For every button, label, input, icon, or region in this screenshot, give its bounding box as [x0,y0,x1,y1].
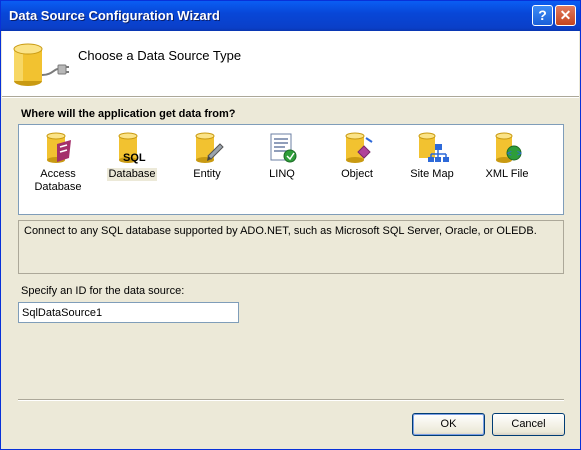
tile-label: Site Map [410,168,454,180]
close-button[interactable]: ✕ [555,5,576,26]
tile-site-map[interactable]: Site Map [395,130,469,181]
database-plug-icon [8,35,70,98]
sql-database-icon: SQL [113,130,151,166]
footer-divider [18,399,564,401]
tile-label: LINQ [269,168,295,180]
tile-label: Object [341,168,373,180]
tile-label: XML File [485,168,529,180]
description-box: Connect to any SQL database supported by… [18,220,564,274]
help-button[interactable]: ? [532,5,553,26]
data-source-type-list[interactable]: Access Database SQL Database Entity LINQ… [18,124,564,215]
tile-object[interactable]: Object [320,130,394,181]
tile-label: Database [107,168,157,181]
site-map-icon [413,130,451,166]
tile-label: Entity [193,168,221,180]
tile-linq[interactable]: LINQ [245,130,319,181]
question-label: Where will the application get data from… [21,108,236,120]
svg-text:>: > [517,149,522,158]
tile-database[interactable]: SQL Database [95,130,169,181]
window-title: Data Source Configuration Wizard [9,8,220,23]
tile-xml-file[interactable]: < > XML File [470,130,544,181]
data-source-id-input[interactable] [18,302,239,323]
access-database-icon [39,130,77,166]
title-bar[interactable]: Data Source Configuration Wizard ? ✕ [1,1,580,31]
xml-file-icon: < > [488,130,526,166]
tile-entity[interactable]: Entity [170,130,244,181]
tile-access-database[interactable]: Access Database [21,130,95,194]
header-divider [2,96,579,98]
id-field-label: Specify an ID for the data source: [21,285,185,297]
cancel-button[interactable]: Cancel [492,413,565,436]
svg-text:SQL: SQL [123,152,146,164]
entity-icon [188,130,226,166]
svg-text:<: < [507,149,512,158]
wizard-window: Data Source Configuration Wizard ? ✕ Cho… [0,0,581,450]
page-title: Choose a Data Source Type [78,48,242,63]
linq-icon [263,130,301,166]
ok-button[interactable]: OK [412,413,485,436]
wizard-header: Choose a Data Source Type [2,31,579,96]
object-icon [338,130,376,166]
tile-label: Access Database [34,168,82,193]
